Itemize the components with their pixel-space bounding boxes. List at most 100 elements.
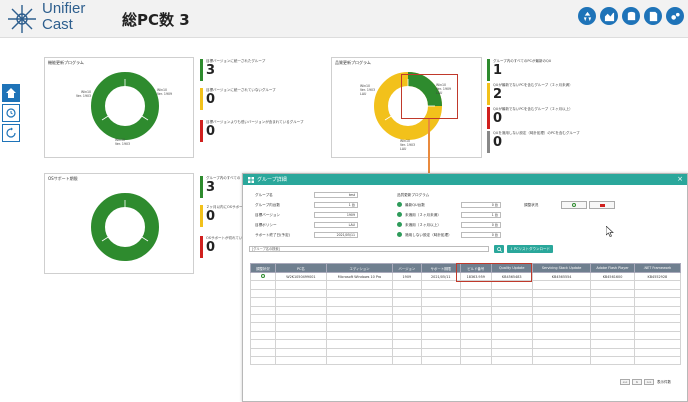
pager-next-button[interactable]: >> xyxy=(644,379,654,385)
quality-stat-under-2m: QUが最新でないPCを含むグループ（２ヶ月未満） 2 xyxy=(487,83,573,105)
table-cell-empty xyxy=(274,339,328,349)
table-cell-empty xyxy=(490,330,533,341)
cell-flash: KB4561600 xyxy=(590,271,635,282)
field-target-version[interactable]: 1909 xyxy=(314,212,358,218)
table-cell-empty xyxy=(459,305,492,315)
pc-list-download-button[interactable]: ⇩ PCリストダウンロード xyxy=(507,245,553,253)
os-stat-2m: ２ヶ月以内にOSサポー 0 xyxy=(200,205,242,227)
home-icon[interactable] xyxy=(2,84,20,102)
table-cell-empty xyxy=(459,347,492,357)
table-cell-empty xyxy=(326,313,393,324)
check-icon xyxy=(397,202,402,207)
schedule-ok-button[interactable] xyxy=(561,201,587,209)
table-cell-empty xyxy=(633,355,682,366)
document-icon[interactable] xyxy=(644,7,662,25)
table-cell-empty xyxy=(326,288,393,299)
col-schedule[interactable]: 調整状況 xyxy=(250,263,276,273)
schedule-ng-button[interactable] xyxy=(589,201,615,209)
table-row-empty xyxy=(250,305,682,315)
col-edition[interactable]: エディション xyxy=(326,263,393,273)
logo-line-2: Cast xyxy=(42,16,73,33)
field-under-2m[interactable]: 1 台 xyxy=(461,212,501,218)
radio-icon[interactable] xyxy=(260,274,265,279)
col-support-end[interactable]: サポート期限 xyxy=(420,263,461,273)
table-cell-empty xyxy=(250,322,276,332)
top-bar: Unifier Cast 総PC数 3 xyxy=(0,0,688,38)
table-cell-empty xyxy=(590,288,635,299)
panel-title: OSサポート期限 xyxy=(48,176,78,181)
table-cell-empty xyxy=(250,339,276,349)
check-icon xyxy=(397,212,402,217)
col-dotnet[interactable]: .NET Framework xyxy=(633,263,682,273)
table-cell-empty xyxy=(590,355,635,366)
field-over-2m[interactable]: 0 台 xyxy=(461,222,501,228)
table-cell-empty xyxy=(459,288,492,299)
logo-text: Unifier Cast xyxy=(42,1,85,33)
pager-page-input[interactable]: 1 xyxy=(632,379,642,385)
group-search-input[interactable]: [グループ名の検索] xyxy=(249,246,489,252)
cell-dotnet: KB4552928 xyxy=(633,271,682,282)
table-cell-empty xyxy=(274,322,328,332)
table-cell-empty xyxy=(326,322,393,332)
table-row-empty xyxy=(250,288,682,299)
os-support-panel: OSサポート期限 xyxy=(44,173,194,274)
pager-prev-button[interactable]: << xyxy=(620,379,630,385)
table-cell-empty xyxy=(326,355,393,366)
field-not-applied[interactable]: 0 台 xyxy=(461,232,501,238)
feature-stat-lower: 目標バージョンよりも低いバージョンが含まれているグループ 0 xyxy=(200,120,303,142)
table-cell-empty xyxy=(633,330,682,341)
table-cell-empty xyxy=(531,322,592,332)
field-label-over-2m: 未適用（２ヶ月以上） xyxy=(405,223,441,227)
table-cell-empty xyxy=(250,288,276,299)
logo-star-icon xyxy=(8,5,36,33)
table-cell-empty xyxy=(391,322,422,332)
gears-icon[interactable] xyxy=(666,7,684,25)
cell-servicing-stack: KB4565554 xyxy=(531,271,592,282)
search-button[interactable] xyxy=(494,245,504,253)
table-cell-empty xyxy=(590,313,635,324)
table-cell-empty xyxy=(490,288,533,299)
area-chart-icon[interactable] xyxy=(600,7,618,25)
sync-icon[interactable] xyxy=(2,104,20,122)
table-cell-empty xyxy=(420,339,461,349)
table-cell-empty xyxy=(250,347,276,357)
table-cell-empty xyxy=(590,297,635,307)
table-row-empty xyxy=(250,313,682,324)
table-cell-empty xyxy=(326,297,393,307)
recycle-icon[interactable] xyxy=(578,7,596,25)
table-cell-empty xyxy=(391,339,422,349)
table-row-empty xyxy=(250,297,682,307)
pager-per-page-label: 表示件数 xyxy=(657,380,671,384)
field-group-count[interactable]: 1 台 xyxy=(314,202,358,208)
table-row-empty xyxy=(250,339,682,349)
field-label-under-2m: 未適用（２ヶ月未満） xyxy=(405,213,441,217)
database-icon[interactable] xyxy=(622,7,640,25)
table-cell-empty xyxy=(274,297,328,307)
table-cell-empty xyxy=(274,347,328,357)
table-cell-empty xyxy=(531,288,592,299)
feature-label-left: Win10 Ver. 1903 xyxy=(76,90,92,98)
col-flash[interactable]: Adobe Flash Player xyxy=(590,263,635,273)
field-label-group-name: グループ名 xyxy=(255,193,273,197)
table-cell-empty xyxy=(633,305,682,315)
col-version[interactable]: バージョン xyxy=(391,263,422,273)
feature-stat-not-unified: 目標バージョンに統一されていないグループ 0 xyxy=(200,88,276,110)
field-latest-qu[interactable]: 0 台 xyxy=(461,202,501,208)
row-radio[interactable] xyxy=(250,271,276,282)
field-support-end[interactable]: 2021/05/11 xyxy=(314,232,358,238)
field-label-support-end: サポート終了日(予定) xyxy=(255,233,291,237)
feature-stat-unified: 目標バージョンに統一されたグループ 3 xyxy=(200,59,265,81)
grid-icon xyxy=(248,176,254,183)
col-pc-name[interactable]: PC名 xyxy=(274,263,328,273)
refresh-icon[interactable] xyxy=(2,124,20,142)
field-target-policy[interactable]: LAU xyxy=(314,222,358,228)
table-cell-empty xyxy=(590,330,635,341)
col-servicing-stack[interactable]: Servicing Stack Update xyxy=(531,263,592,273)
field-label-target-policy: 目標ポリシー xyxy=(255,223,277,227)
table-cell-empty xyxy=(391,288,422,299)
field-group-name[interactable]: test xyxy=(314,192,358,198)
table-cell-empty xyxy=(250,330,276,341)
close-icon[interactable]: × xyxy=(677,175,683,183)
table-cell-empty xyxy=(531,305,592,315)
table-cell-empty xyxy=(391,355,422,366)
